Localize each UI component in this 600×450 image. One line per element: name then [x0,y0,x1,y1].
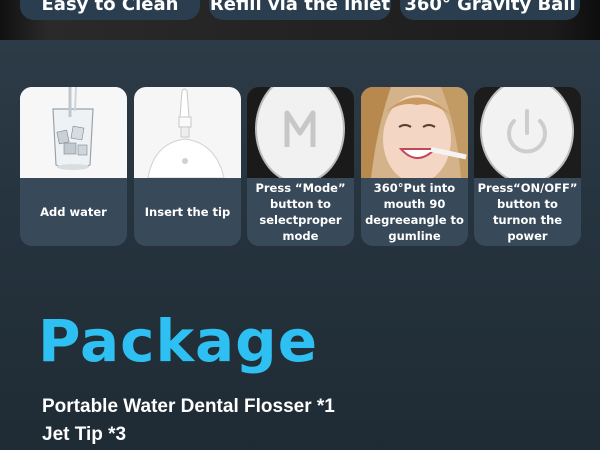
feature-pill-easy-clean: Easy to Clean [20,0,200,20]
feature-pill-refill: Refill via the inlet [209,0,391,20]
package-title: Package [38,307,319,375]
package-item: Portable Water Dental Flosser *1 [42,396,335,417]
step-card-add-water: Add water [20,87,127,246]
step-caption: Press “Mode” button to selectproper mode [255,181,346,243]
step-caption: 360°Put into mouth 90 degreeangle to gum… [365,181,464,243]
step-caption: Insert the tip [144,205,231,219]
power-button-icon [474,87,581,178]
feature-pill-gravity-ball: 360° Gravity Ball [400,0,580,20]
step-card-insert-tip: Insert the tip [134,87,241,246]
step-card-power: Press“ON/OFF” button to turnon the power [474,87,581,246]
package-item: Jet Tip *3 [42,424,127,445]
nozzle-tip-icon [134,87,241,178]
step-card-mode: Press “Mode” button to selectproper mode [247,87,354,246]
feature-label: Easy to Clean [41,0,179,15]
water-cup-icon [20,87,127,178]
step-card-put-into-mouth: 360°Put into mouth 90 degreeangle to gum… [361,87,468,246]
feature-label: 360° Gravity Ball [404,0,576,15]
smiling-woman-icon [361,87,468,178]
mode-button-icon [247,87,354,178]
feature-label: Refill via the inlet [209,0,391,15]
step-caption: Add water [40,205,107,219]
step-caption: Press“ON/OFF” button to turnon the power [477,181,578,243]
